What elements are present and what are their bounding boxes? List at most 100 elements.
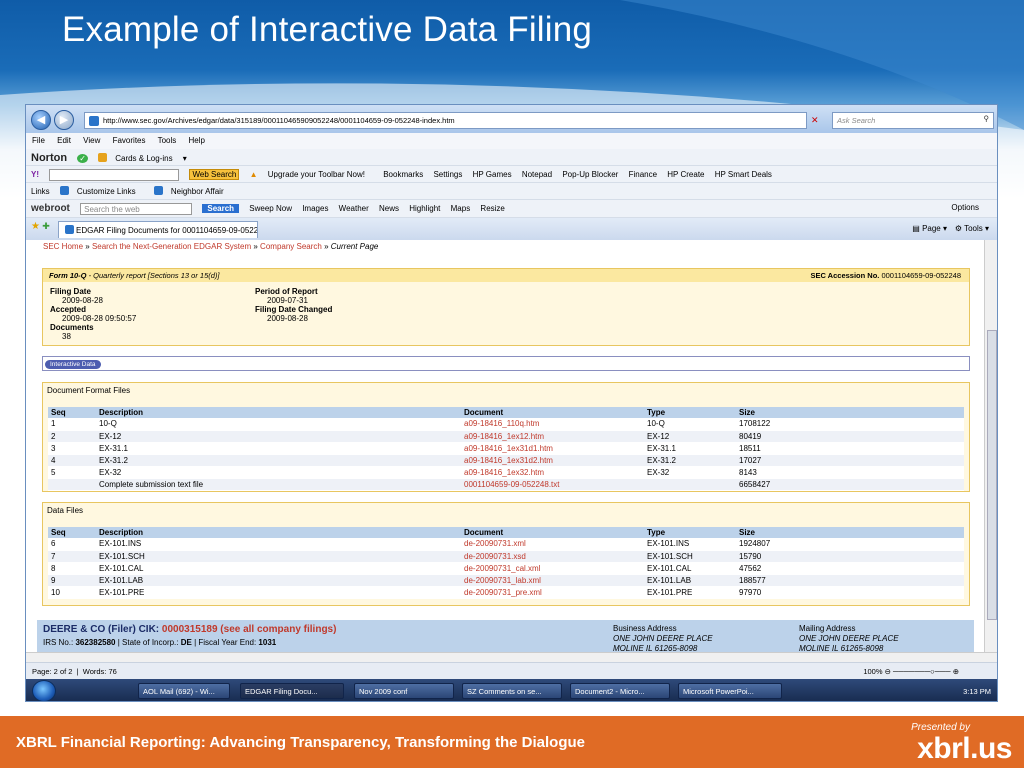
slide-footer: XBRL Financial Reporting: Advancing Tran… xyxy=(0,716,1024,768)
menu-favorites[interactable]: Favorites xyxy=(113,136,146,145)
customize-links[interactable]: Customize Links xyxy=(59,186,144,196)
weather-button[interactable]: Weather xyxy=(339,204,369,213)
settings-button[interactable]: Settings xyxy=(433,170,462,179)
column-header: Type xyxy=(644,527,736,538)
start-button[interactable] xyxy=(32,680,56,701)
tab-edgar[interactable]: EDGAR Filing Documents for 0001104659-09… xyxy=(57,221,258,238)
webroot-search-button[interactable]: Search xyxy=(202,204,240,214)
breadcrumb-company-search[interactable]: Company Search xyxy=(260,242,322,251)
norton-check-icon[interactable]: ✓ xyxy=(77,154,88,163)
table-cell: EX-32 xyxy=(96,466,461,479)
table-cell: EX-12 xyxy=(96,430,461,443)
table-cell: EX-101.INS xyxy=(644,538,736,551)
scroll-thumb[interactable] xyxy=(987,330,997,620)
table-cell: EX-101.PRE xyxy=(96,586,461,599)
webroot-search-input[interactable]: Search the web xyxy=(80,203,193,215)
hp-games-button[interactable]: HP Games xyxy=(473,170,512,179)
company-cik-link[interactable]: 0000315189 (see all company filings) xyxy=(162,624,337,635)
web-search-button[interactable]: Web Search xyxy=(189,169,240,181)
filing-summary: Form 10-Q - Quarterly report [Sections 1… xyxy=(42,268,970,346)
cards-button[interactable]: Cards & Log-ins ▾ xyxy=(98,153,187,163)
document-link[interactable]: a09-18416_1ex32.htm xyxy=(461,466,644,479)
document-link[interactable]: de-20090731_cal.xml xyxy=(461,562,644,575)
table-row: 10 EX-101.PRE de-20090731_pre.xml EX-101.PR… xyxy=(48,586,964,599)
breadcrumb-sec-home[interactable]: SEC Home xyxy=(43,242,83,251)
search-icon[interactable]: ⚲ xyxy=(984,114,990,123)
menu-view[interactable]: View xyxy=(83,136,100,145)
date-changed-label: Filing Date Changed xyxy=(255,305,333,314)
document-link[interactable]: de-20090731.xml xyxy=(461,538,644,551)
windows-taskbar: AOL Mail (692) - Wi... EDGAR Filing Docu… xyxy=(26,679,997,701)
page-menu[interactable]: ▤ Page ▾ xyxy=(912,224,947,233)
task-edgar[interactable]: EDGAR Filing Docu... xyxy=(240,683,344,699)
document-link[interactable]: a09-18416_1ex31d1.htm xyxy=(461,442,644,455)
task-document2[interactable]: Document2 - Micro... xyxy=(570,683,670,699)
table-cell: EX-101.SCH xyxy=(644,550,736,563)
add-favorites-icon[interactable]: ✚ xyxy=(42,221,50,231)
news-button[interactable]: News xyxy=(379,204,399,213)
finance-button[interactable]: Finance xyxy=(629,170,657,179)
yahoo-search-input[interactable] xyxy=(49,169,180,181)
status-page: Page: 2 of 2 xyxy=(32,667,73,676)
norton-toolbar: Norton ✓ Cards & Log-ins ▾ xyxy=(26,149,997,166)
options-button[interactable]: Options xyxy=(951,203,979,212)
breadcrumb-edgar-search[interactable]: Search the Next-Generation EDGAR System xyxy=(92,242,251,251)
interactive-data-button[interactable]: Interactive Data xyxy=(45,360,101,369)
table-cell: 10 xyxy=(48,586,96,599)
document-link[interactable]: a09-18416_1ex12.htm xyxy=(461,430,644,443)
company-info: DEERE & CO (Filer) CIK: 0000315189 (see … xyxy=(37,620,974,652)
document-link[interactable]: a09-18416_1ex31d2.htm xyxy=(461,454,644,467)
customize-links-label: Customize Links xyxy=(76,187,136,196)
menu-edit[interactable]: Edit xyxy=(57,136,71,145)
table-cell: EX-31.2 xyxy=(644,454,736,467)
hp-create-button[interactable]: HP Create xyxy=(667,170,704,179)
document-link[interactable]: de-20090731_pre.xml xyxy=(461,586,644,599)
tools-menu[interactable]: ⚙ Tools ▾ xyxy=(955,224,989,233)
resize-button[interactable]: Resize xyxy=(480,204,504,213)
norton-logo: Norton xyxy=(31,152,68,164)
sweep-now-button[interactable]: Sweep Now xyxy=(249,204,292,213)
search-input[interactable]: Ask Search ⚲ xyxy=(832,112,994,129)
table-cell: EX-101.LAB xyxy=(644,574,736,587)
table-cell: EX-101.SCH xyxy=(96,550,461,563)
form-header: Form 10-Q - Quarterly report [Sections 1… xyxy=(43,269,969,282)
table-cell: EX-12 xyxy=(644,430,736,443)
popup-blocker-button[interactable]: Pop-Up Blocker xyxy=(562,170,618,179)
warning-icon: ▲ xyxy=(249,170,258,180)
task-powerpoint[interactable]: Microsoft PowerPoi... xyxy=(678,683,782,699)
maps-button[interactable]: Maps xyxy=(451,204,471,213)
forward-button[interactable]: ▶ xyxy=(54,110,74,130)
horizontal-scrollbar[interactable] xyxy=(26,652,997,662)
notepad-button[interactable]: Notepad xyxy=(522,170,552,179)
fiscal-year-value: 1031 xyxy=(258,638,277,647)
menu-file[interactable]: File xyxy=(32,136,45,145)
clock[interactable]: 3:13 PM xyxy=(963,687,991,696)
back-button[interactable]: ◀ xyxy=(31,110,51,130)
bookmarks-button[interactable]: Bookmarks xyxy=(383,170,423,179)
document-link[interactable]: de-20090731.xsd xyxy=(461,550,644,563)
vertical-scrollbar[interactable] xyxy=(984,240,997,652)
task-aol-mail[interactable]: AOL Mail (692) - Wi... xyxy=(138,683,230,699)
document-link[interactable]: de-20090731_lab.xml xyxy=(461,574,644,587)
column-header: Seq xyxy=(48,407,96,418)
document-link[interactable]: a09-18416_110q.htm xyxy=(461,418,644,431)
zoom-level: 100% xyxy=(863,667,883,676)
neighbor-affair-link[interactable]: Neighbor Affair xyxy=(153,186,232,196)
menu-tools[interactable]: Tools xyxy=(158,136,177,145)
state-label: | State of Incorp.: xyxy=(115,638,181,647)
address-input[interactable]: http://www.sec.gov/Archives/edgar/data/3… xyxy=(84,112,807,129)
stop-icon[interactable]: ✕ xyxy=(811,115,819,126)
zoom-control[interactable]: 100% ⊖ ───────○─── ⊕ xyxy=(863,667,959,676)
table-cell: 5 xyxy=(48,466,96,479)
irs-label: IRS No.: xyxy=(43,638,76,647)
menu-help[interactable]: Help xyxy=(189,136,205,145)
highlight-button[interactable]: Highlight xyxy=(409,204,440,213)
hp-smart-deals-button[interactable]: HP Smart Deals xyxy=(715,170,772,179)
upgrade-link[interactable]: ▲ Upgrade your Toolbar Now! xyxy=(250,170,373,179)
document-link[interactable]: 0001104659-09-052248.txt xyxy=(461,478,644,491)
task-sz-comments[interactable]: SZ Comments on se... xyxy=(462,683,562,699)
images-button[interactable]: Images xyxy=(302,204,328,213)
task-nov-conf[interactable]: Nov 2009 conf xyxy=(354,683,454,699)
accession-label: SEC Accession No. xyxy=(810,271,880,280)
favorites-star-icon[interactable]: ★ xyxy=(31,221,40,232)
